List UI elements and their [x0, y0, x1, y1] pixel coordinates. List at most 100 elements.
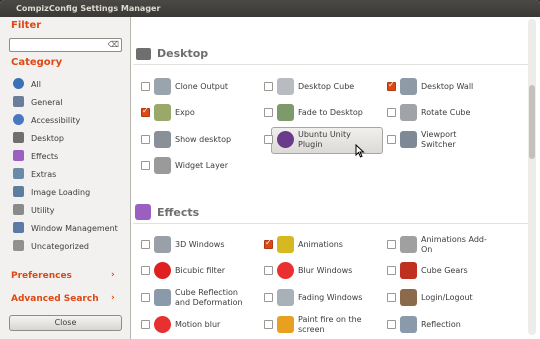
- plugin-item[interactable]: Fade to Desktop: [264, 102, 384, 124]
- accessibility-icon: [13, 114, 24, 125]
- plugin-item[interactable]: Show desktop: [141, 129, 261, 151]
- plugin-item[interactable]: Animations: [264, 234, 384, 256]
- plugin-checkbox[interactable]: [141, 161, 150, 170]
- category-label: Desktop: [31, 134, 64, 143]
- clear-filter-icon[interactable]: ⌫: [108, 40, 119, 50]
- category-label: Accessibility: [31, 116, 81, 125]
- plugin-checkbox[interactable]: [264, 135, 273, 144]
- plugin-item[interactable]: Motion blur: [141, 314, 261, 336]
- show-desktop-icon: [154, 131, 171, 148]
- plugin-checkbox[interactable]: [264, 108, 273, 117]
- plugin-item[interactable]: Desktop Wall: [387, 76, 517, 98]
- plugin-label: Clone Output: [175, 82, 229, 91]
- plugin-item[interactable]: 3D Windows: [141, 234, 261, 256]
- plugin-item[interactable]: Clone Output: [141, 76, 261, 98]
- plugin-label: 3D Windows: [175, 240, 225, 249]
- category-effects[interactable]: Effects: [13, 149, 58, 165]
- plugin-checkbox[interactable]: [141, 106, 150, 117]
- category-label: Extras: [31, 170, 57, 179]
- category-utility[interactable]: Utility: [13, 203, 55, 219]
- plugin-item[interactable]: Reflection: [387, 314, 517, 336]
- plugin-label: Rotate Cube: [421, 108, 471, 117]
- plugin-label: Desktop Cube: [298, 82, 355, 91]
- category-heading: Category: [11, 57, 63, 68]
- plugin-item[interactable]: Login/Logout: [387, 287, 517, 309]
- plugin-checkbox[interactable]: [141, 135, 150, 144]
- image-loading-icon: [13, 186, 24, 197]
- plugin-checkbox[interactable]: [264, 320, 273, 329]
- plugin-item[interactable]: Widget Layer: [141, 155, 261, 177]
- category-image-loading[interactable]: Image Loading: [13, 185, 90, 201]
- plugin-checkbox[interactable]: [387, 108, 396, 117]
- advanced-search-arrow-icon[interactable]: ›: [111, 293, 115, 303]
- plugin-checkbox[interactable]: [141, 320, 150, 329]
- plugin-item[interactable]: Blur Windows: [264, 260, 384, 282]
- desktop-cube-icon: [277, 78, 294, 95]
- plugin-item[interactable]: Paint fire on the screen: [264, 314, 384, 336]
- plugin-item[interactable]: Fading Windows: [264, 287, 384, 309]
- category-extras[interactable]: Extras: [13, 167, 56, 183]
- plugin-checkbox[interactable]: [264, 82, 273, 91]
- plugin-checkbox[interactable]: [264, 266, 273, 275]
- plugin-label: Cube Reflection and Deformation: [175, 288, 243, 307]
- plugin-item[interactable]: Cube Gears: [387, 260, 517, 282]
- category-accessibility[interactable]: Accessibility: [13, 113, 80, 129]
- plugin-item[interactable]: Desktop Cube: [264, 76, 384, 98]
- plugin-item[interactable]: Animations Add-On: [387, 234, 517, 256]
- plugin-checkbox[interactable]: [387, 266, 396, 275]
- scrollbar[interactable]: [528, 19, 536, 335]
- preferences-link[interactable]: Preferences: [11, 271, 72, 281]
- category-window-management[interactable]: Window Management: [13, 221, 118, 237]
- plugin-item[interactable]: Viewport Switcher: [387, 129, 517, 151]
- category-label: Window Management: [31, 224, 118, 233]
- plugin-checkbox[interactable]: [141, 266, 150, 275]
- plugin-checkbox[interactable]: [141, 82, 150, 91]
- scrollbar-thumb[interactable]: [529, 85, 535, 159]
- plugin-label: Motion blur: [175, 320, 221, 329]
- viewport-switcher-icon: [400, 131, 417, 148]
- plugin-item[interactable]: Bicubic filter: [141, 260, 261, 282]
- preferences-arrow-icon[interactable]: ›: [111, 270, 115, 280]
- category-general[interactable]: General: [13, 95, 63, 111]
- plugin-checkbox[interactable]: [141, 240, 150, 249]
- close-button[interactable]: Close: [9, 315, 122, 331]
- plugin-label: Viewport Switcher: [421, 130, 457, 149]
- category-uncategorized[interactable]: Uncategorized: [13, 239, 89, 255]
- plugin-checkbox[interactable]: [387, 293, 396, 302]
- plugin-checkbox[interactable]: [387, 135, 396, 144]
- category-label: Utility: [31, 206, 55, 215]
- plugin-label: Fade to Desktop: [298, 108, 363, 117]
- filter-heading: Filter: [11, 20, 42, 31]
- plugin-checkbox[interactable]: [264, 238, 273, 249]
- mouse-pointer-icon: [355, 144, 365, 158]
- plugin-checkbox[interactable]: [141, 293, 150, 302]
- cube-gears-icon: [400, 262, 417, 279]
- fade-to-desktop-icon: [277, 104, 294, 121]
- section-divider: [133, 64, 529, 65]
- title-bar: CompizConfig Settings Manager: [0, 0, 540, 17]
- animations-icon: [277, 236, 294, 253]
- category-label: Image Loading: [31, 188, 91, 197]
- plugin-item[interactable]: Expo: [141, 102, 261, 124]
- advanced-search-link[interactable]: Advanced Search: [11, 294, 99, 304]
- plugin-item[interactable]: Cube Reflection and Deformation: [141, 287, 261, 309]
- motion-blur-icon: [154, 316, 171, 333]
- plugin-label: Widget Layer: [175, 161, 229, 170]
- filter-input[interactable]: ⌫: [9, 38, 122, 52]
- effects-section-icon: [135, 204, 151, 220]
- plugin-checkbox[interactable]: [387, 240, 396, 249]
- plugin-label: Login/Logout: [421, 293, 473, 302]
- extras-icon: [13, 168, 24, 179]
- general-settings-icon: [13, 96, 24, 107]
- ubuntu-unity-icon: [277, 131, 294, 148]
- widget-layer-icon: [154, 157, 171, 174]
- utility-icon: [13, 204, 24, 215]
- plugin-checkbox[interactable]: [387, 80, 396, 91]
- plugin-label: Paint fire on the screen: [298, 315, 362, 334]
- plugin-item[interactable]: Rotate Cube: [387, 102, 517, 124]
- plugin-checkbox[interactable]: [264, 293, 273, 302]
- plugin-checkbox[interactable]: [387, 320, 396, 329]
- window-management-icon: [13, 222, 24, 233]
- category-all[interactable]: All: [13, 77, 41, 93]
- category-desktop[interactable]: Desktop: [13, 131, 64, 147]
